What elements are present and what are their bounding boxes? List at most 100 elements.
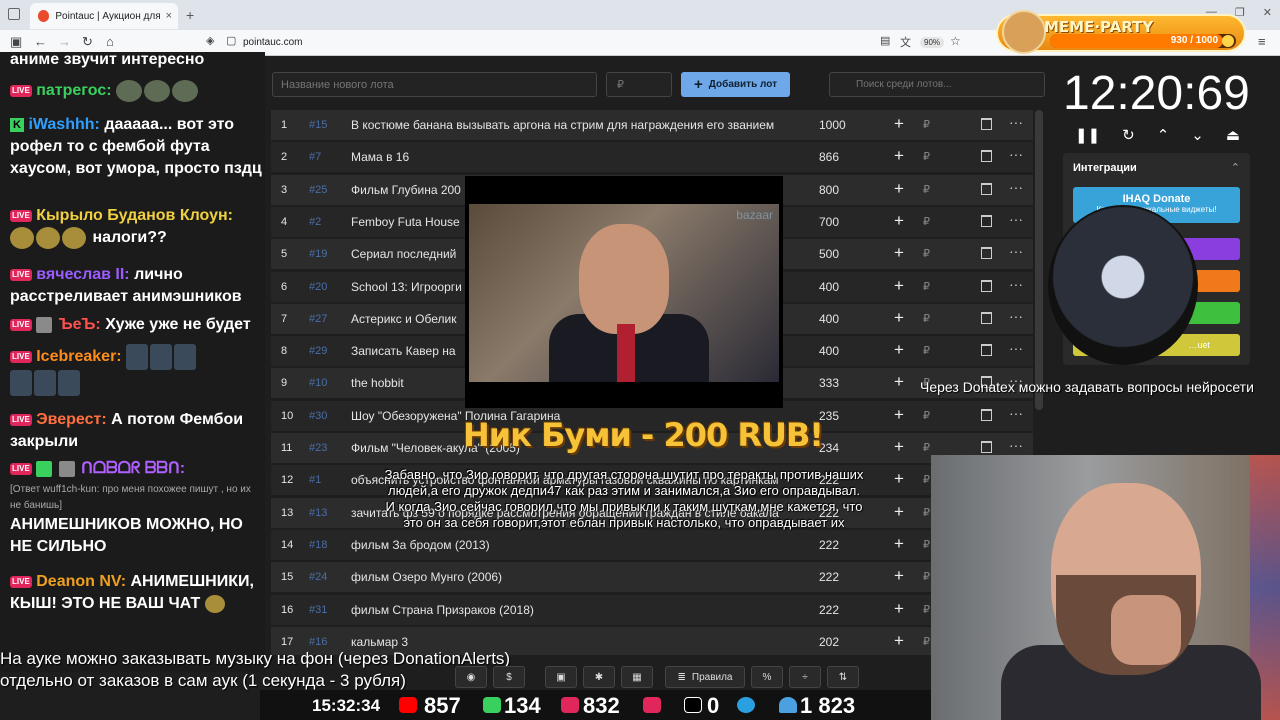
new-lot-price-input[interactable]	[606, 72, 672, 97]
bookmark-star-icon[interactable]: ☆	[950, 34, 961, 48]
more-options-icon[interactable]: ···	[1009, 146, 1023, 162]
lot-name[interactable]: Мама в 16	[351, 150, 801, 164]
lot-row[interactable]: 2 #7 Мама в 16 866 + ₽ ···	[271, 142, 1033, 173]
ruble-icon[interactable]: ₽	[923, 603, 930, 616]
more-options-icon[interactable]: ···	[1009, 211, 1023, 227]
lot-amount[interactable]: 400	[819, 280, 879, 294]
trash-icon[interactable]	[981, 279, 992, 292]
add-amount-icon[interactable]: +	[894, 179, 904, 199]
add-amount-icon[interactable]: +	[894, 372, 904, 392]
time-up-icon[interactable]: ⌃	[1157, 126, 1170, 144]
add-amount-icon[interactable]: +	[894, 211, 904, 231]
back-icon[interactable]: ←	[34, 34, 47, 49]
trash-icon[interactable]	[981, 408, 992, 421]
reset-icon[interactable]: ↻	[1122, 126, 1135, 144]
add-amount-icon[interactable]: +	[894, 308, 904, 328]
home-icon[interactable]: ⌂	[106, 34, 114, 49]
divide-button[interactable]: ÷	[789, 666, 821, 688]
trash-icon[interactable]	[981, 214, 992, 227]
forward-icon[interactable]: →	[58, 34, 71, 49]
more-options-icon[interactable]: ···	[1009, 405, 1023, 421]
add-amount-icon[interactable]: +	[894, 437, 904, 457]
add-amount-icon[interactable]: +	[894, 534, 904, 554]
extensions-icon[interactable]: ▣	[10, 34, 22, 50]
save-icon[interactable]: ▣	[545, 666, 577, 688]
lot-name[interactable]: фильм За бродом (2013)	[351, 538, 801, 552]
new-lot-name-input[interactable]	[272, 72, 597, 97]
search-lots-input[interactable]	[829, 72, 1045, 97]
add-amount-icon[interactable]: +	[894, 469, 904, 489]
lot-name[interactable]: фильм Страна Призраков (2018)	[351, 603, 801, 617]
lot-amount[interactable]: 866	[819, 150, 879, 164]
lot-row[interactable]: 1 #15 В костюме банана вызывать аргона на …	[271, 110, 1033, 140]
tab-close-icon[interactable]: ×	[166, 10, 172, 22]
add-amount-icon[interactable]: +	[894, 114, 904, 134]
lot-amount[interactable]: 333	[819, 376, 879, 390]
rules-button[interactable]: ≣ Правила	[665, 666, 745, 688]
translate-icon[interactable]: 文	[900, 34, 911, 50]
ruble-icon[interactable]: ₽	[923, 183, 930, 196]
ruble-icon[interactable]: ₽	[923, 538, 930, 551]
add-amount-icon[interactable]: +	[894, 243, 904, 263]
lot-amount[interactable]: 222	[819, 570, 879, 584]
more-options-icon[interactable]: ···	[1009, 340, 1023, 356]
address-bar[interactable]: pointauc.com	[243, 37, 302, 48]
lot-amount[interactable]: 222	[819, 538, 879, 552]
ruble-icon[interactable]: ₽	[923, 215, 930, 228]
zoom-indicator[interactable]: 90%	[920, 37, 945, 48]
lots-scrollbar[interactable]	[1035, 110, 1043, 410]
new-tab-button[interactable]: +	[186, 7, 194, 23]
github-icon[interactable]: ◉	[455, 666, 487, 688]
ruble-icon[interactable]: ₽	[923, 506, 930, 519]
add-amount-icon[interactable]: +	[894, 631, 904, 651]
ruble-icon[interactable]: ₽	[923, 280, 930, 293]
double-up-icon[interactable]: ⏏	[1226, 126, 1240, 144]
percent-button[interactable]: %	[751, 666, 783, 688]
lot-amount[interactable]: 222	[819, 603, 879, 617]
browser-tab[interactable]: Pointauc | Аукцион для стримеров ×	[30, 3, 178, 29]
ruble-icon[interactable]: ₽	[923, 441, 930, 454]
lot-name[interactable]: В костюме банана вызывать аргона на стри…	[351, 118, 801, 132]
trash-icon[interactable]	[981, 441, 992, 453]
sort-button[interactable]: ⇅	[827, 666, 859, 688]
menu-icon[interactable]: ≡	[1258, 34, 1266, 49]
sidebar-toggle-icon[interactable]	[8, 8, 20, 20]
lot-amount[interactable]: 234	[819, 441, 879, 455]
donate-button[interactable]: $	[493, 666, 525, 688]
trash-icon[interactable]	[981, 247, 992, 260]
ruble-icon[interactable]: ₽	[923, 409, 930, 422]
lot-amount[interactable]: 202	[819, 635, 879, 649]
ruble-icon[interactable]: ₽	[923, 118, 930, 131]
lock-icon[interactable]: ▢	[226, 34, 236, 47]
ruble-icon[interactable]: ₽	[923, 473, 930, 486]
lot-row[interactable]: 15#24фильм Озеро Мунго (2006)222+₽···	[271, 562, 1033, 593]
trash-icon[interactable]	[981, 150, 992, 163]
more-options-icon[interactable]: ···	[1009, 276, 1023, 292]
add-amount-icon[interactable]: +	[894, 146, 904, 166]
trash-icon[interactable]	[981, 118, 992, 130]
add-amount-icon[interactable]: +	[894, 340, 904, 360]
more-options-icon[interactable]: ···	[1009, 308, 1023, 324]
add-amount-icon[interactable]: +	[894, 566, 904, 586]
add-lot-button[interactable]: + Добавить лот	[681, 72, 790, 97]
lot-row[interactable]: 14#18фильм За бродом (2013)222+₽···	[271, 529, 1033, 560]
reader-icon[interactable]: ▤	[880, 34, 890, 47]
more-options-icon[interactable]: ···	[1009, 437, 1023, 453]
ruble-icon[interactable]: ₽	[923, 247, 930, 260]
lot-name[interactable]: кальмар 3	[351, 635, 801, 649]
add-amount-icon[interactable]: +	[894, 599, 904, 619]
lot-amount[interactable]: 400	[819, 312, 879, 326]
lot-amount[interactable]: 500	[819, 247, 879, 261]
lot-amount[interactable]: 800	[819, 183, 879, 197]
lot-amount[interactable]: 235	[819, 409, 879, 423]
close-window-button[interactable]: ✕	[1263, 6, 1272, 19]
collapse-icon[interactable]: ⌃	[1231, 161, 1240, 174]
lot-amount[interactable]: 400	[819, 344, 879, 358]
lot-amount[interactable]: 1000	[819, 118, 879, 132]
trash-icon[interactable]	[981, 344, 992, 357]
more-options-icon[interactable]: ···	[1009, 114, 1023, 130]
trash-icon[interactable]	[981, 311, 992, 324]
ruble-icon[interactable]: ₽	[923, 150, 930, 163]
lot-name[interactable]: фильм Озеро Мунго (2006)	[351, 570, 801, 584]
pause-icon[interactable]: ❚❚	[1075, 126, 1100, 144]
